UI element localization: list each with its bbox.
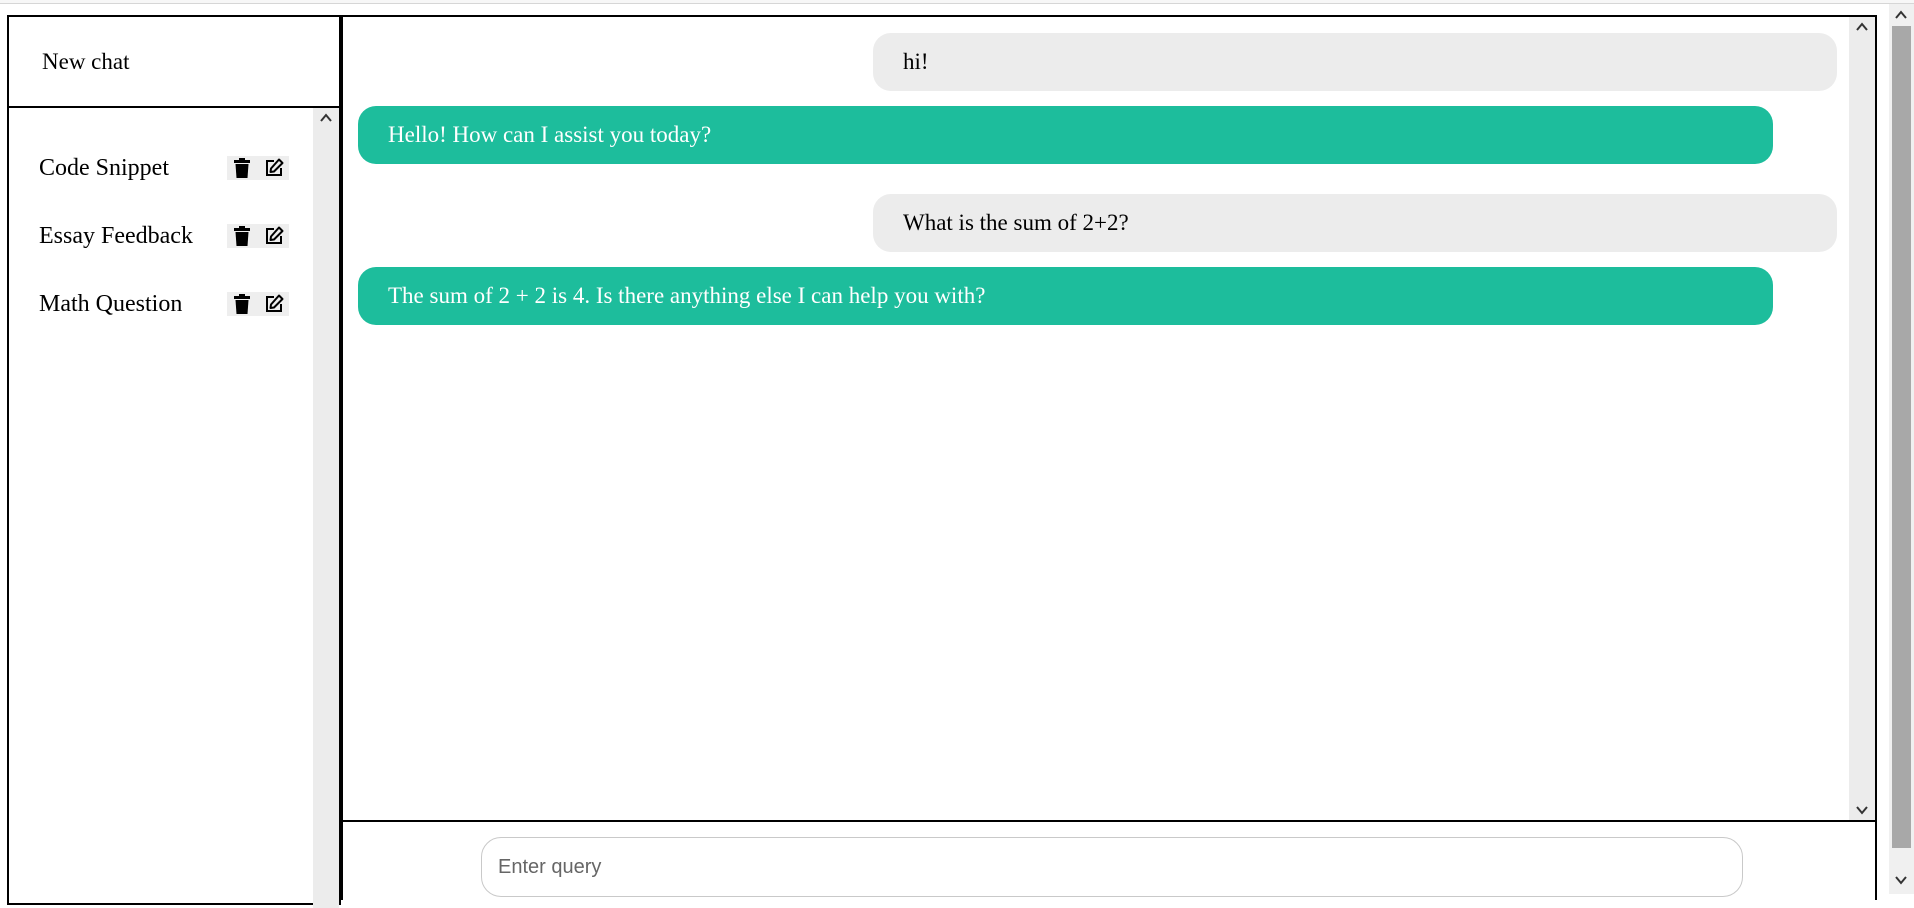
window-scrollbar[interactable] [1889, 4, 1914, 894]
sidebar-item-label[interactable]: Math Question [39, 291, 219, 318]
chevron-up-icon[interactable] [1854, 19, 1870, 35]
user-message: What is the sum of 2+2? [873, 194, 1837, 252]
message-text: What is the sum of 2+2? [903, 210, 1129, 235]
sidebar-item-label[interactable]: Essay Feedback [39, 223, 219, 250]
sidebar: New chat Code Snippet Essay Feedback Mat… [7, 15, 341, 908]
scrollbar-thumb[interactable] [1892, 26, 1911, 848]
message-list: hi! Hello! How can I assist you today? W… [343, 17, 1849, 820]
query-input[interactable] [481, 837, 1743, 897]
item-actions [227, 292, 289, 316]
item-actions [227, 224, 289, 248]
trash-icon[interactable] [231, 293, 253, 315]
chevron-down-icon[interactable] [1854, 802, 1870, 818]
chevron-up-icon[interactable] [318, 110, 334, 126]
message-text: The sum of 2 + 2 is 4. Is there anything… [388, 283, 986, 308]
message-text: hi! [903, 49, 929, 74]
message-text: Hello! How can I assist you today? [388, 122, 712, 147]
chat-panel: hi! Hello! How can I assist you today? W… [341, 15, 1877, 822]
sidebar-scrollbar[interactable] [313, 108, 339, 908]
chat-scrollbar[interactable] [1849, 17, 1875, 820]
item-actions [227, 156, 289, 180]
edit-icon[interactable] [263, 157, 285, 179]
chevron-down-icon[interactable] [1893, 872, 1909, 888]
sidebar-item-label[interactable]: Code Snippet [39, 155, 219, 182]
composer [341, 820, 1877, 900]
user-message: hi! [873, 33, 1837, 91]
edit-icon[interactable] [263, 293, 285, 315]
new-chat-button[interactable]: New chat [9, 17, 339, 108]
chevron-up-icon[interactable] [1893, 7, 1909, 23]
edit-icon[interactable] [263, 225, 285, 247]
trash-icon[interactable] [231, 225, 253, 247]
assistant-message: Hello! How can I assist you today? [358, 106, 1773, 164]
sidebar-item-code-snippet[interactable]: Code Snippet [9, 134, 339, 202]
sidebar-item-math-question[interactable]: Math Question [9, 270, 339, 338]
trash-icon[interactable] [231, 157, 253, 179]
assistant-message: The sum of 2 + 2 is 4. Is there anything… [358, 267, 1773, 325]
chat-history: Code Snippet Essay Feedback Math Questio… [9, 108, 339, 908]
window-top-edge [0, 0, 1914, 4]
sidebar-item-essay-feedback[interactable]: Essay Feedback [9, 202, 339, 270]
